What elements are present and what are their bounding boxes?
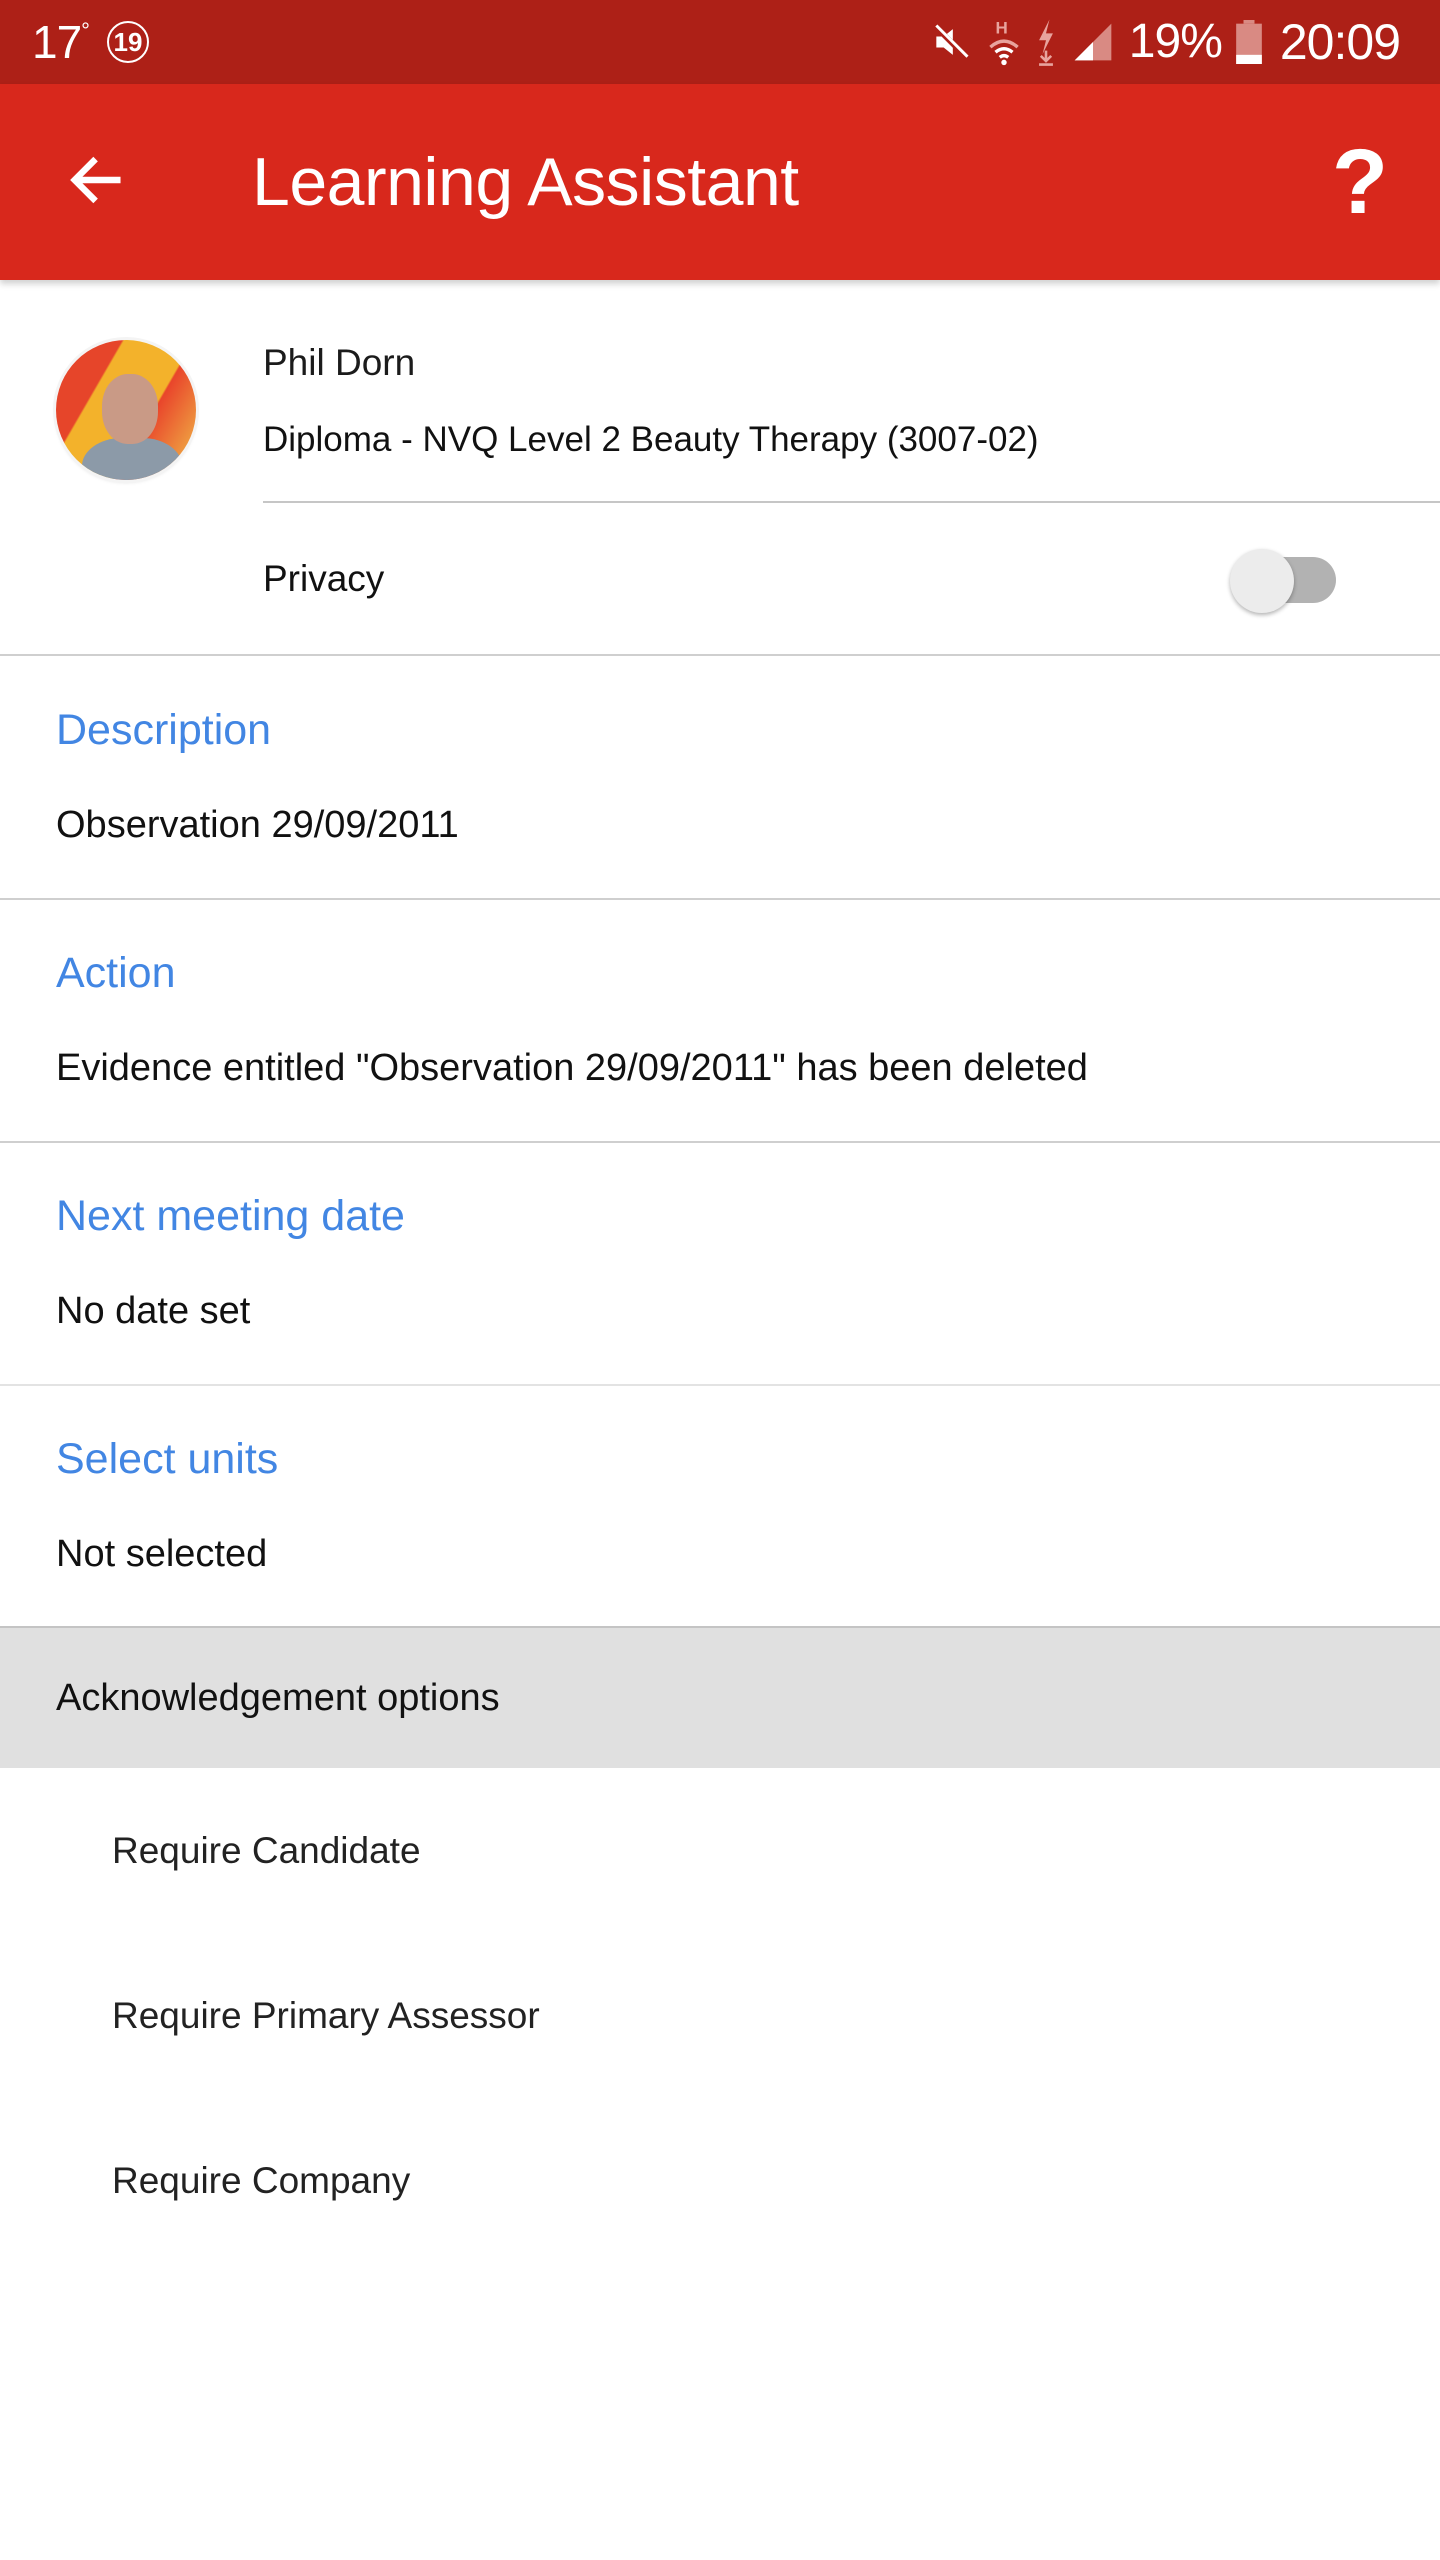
avatar — [56, 340, 196, 480]
section-label: Description — [56, 706, 272, 754]
require-candidate-option[interactable]: Require Candidate — [0, 1768, 1440, 1933]
battery-icon — [1236, 20, 1262, 64]
arrow-left-icon — [64, 148, 128, 217]
section-label: Select units — [56, 1435, 279, 1483]
require-primary-assessor-option[interactable]: Require Primary Assessor — [0, 1933, 1440, 2098]
divider — [263, 501, 1440, 503]
notification-count-badge: 19 — [106, 21, 149, 63]
section-value: Not selected — [56, 1533, 268, 1575]
weather-temperature: 17° — [32, 16, 90, 68]
profile-card: Phil Dorn Diploma - NVQ Level 2 Beauty T… — [0, 280, 1440, 656]
section-label: Next meeting date — [56, 1192, 405, 1240]
wifi-icon: H — [987, 16, 1021, 68]
option-label: Require Company — [112, 2160, 411, 2201]
description-section[interactable]: Description Observation 29/09/2011 — [0, 656, 1440, 900]
next-meeting-date-section[interactable]: Next meeting date No date set — [0, 1142, 1440, 1386]
acknowledgement-options-header: Acknowledgement options — [0, 1626, 1440, 1768]
option-label: Require Primary Assessor — [112, 1995, 540, 2036]
acknowledgement-title: Acknowledgement options — [56, 1677, 500, 1719]
toggle-thumb — [1230, 549, 1294, 613]
course-name: Diploma - NVQ Level 2 Beauty Therapy (30… — [263, 420, 1039, 459]
mute-icon — [929, 20, 973, 64]
help-button[interactable]: ? — [1320, 136, 1400, 228]
section-value: No date set — [56, 1290, 251, 1332]
help-icon: ? — [1331, 131, 1389, 233]
clock: 20:09 — [1279, 14, 1401, 70]
back-button[interactable] — [56, 142, 136, 222]
option-label: Require Candidate — [112, 1830, 421, 1871]
select-units-section[interactable]: Select units Not selected — [0, 1385, 1440, 1626]
battery-percentage: 19% — [1128, 15, 1223, 68]
section-value: Observation 29/09/2011 — [56, 804, 459, 846]
app-bar: Learning Assistant ? — [0, 84, 1440, 280]
status-bar: 17° 19 H 19% 20:09 — [0, 0, 1440, 84]
action-section[interactable]: Action Evidence entitled "Observation 29… — [0, 899, 1440, 1143]
privacy-label: Privacy — [263, 558, 385, 599]
avatar-body-shape — [82, 438, 182, 480]
require-company-option[interactable]: Require Company — [0, 2098, 1440, 2263]
learner-name: Phil Dorn — [263, 342, 416, 383]
page-title: Learning Assistant — [252, 144, 799, 220]
charging-icon — [1035, 16, 1057, 68]
signal-icon — [1071, 20, 1115, 64]
temperature-value: 17 — [32, 16, 82, 68]
degree-symbol: ° — [81, 17, 90, 43]
section-label: Action — [56, 949, 176, 997]
privacy-toggle[interactable] — [1230, 549, 1346, 613]
avatar-head-shape — [102, 374, 158, 444]
svg-text:H: H — [995, 19, 1007, 38]
section-value: Evidence entitled "Observation 29/09/201… — [56, 1047, 1088, 1089]
